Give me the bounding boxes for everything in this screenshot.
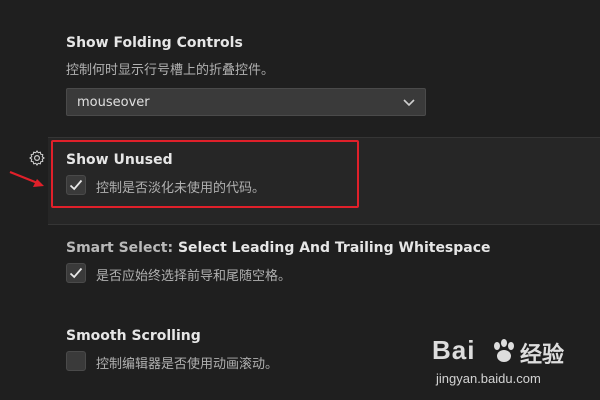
paw-icon [494,339,514,362]
smart-select-whitespace-checkbox[interactable] [66,263,86,283]
checkmark-icon [69,267,83,279]
baidu-jingyan-watermark: Bai 经验 jingyan.baidu.com [432,335,582,390]
smooth-scrolling-checkbox[interactable] [66,351,86,371]
gear-icon[interactable] [28,149,46,167]
arrow-icon [9,170,44,187]
setting-title: Show Folding Controls [66,35,243,51]
dropdown-value: mouseover [77,94,150,110]
setting-category-prefix: Smart Select: [66,240,178,256]
setting-smooth-scrolling: Smooth Scrolling [66,328,201,344]
watermark-brand: Bai [432,335,476,365]
setting-description: 控制何时显示行号槽上的折叠控件。 [66,63,275,78]
setting-description: 是否应始终选择前导和尾随空格。 [96,269,292,284]
watermark-brand-suffix: 经验 [520,343,565,368]
setting-title: Smooth Scrolling [66,328,201,344]
setting-description: 控制编辑器是否使用动画滚动。 [96,357,279,372]
chevron-down-icon [403,99,415,107]
watermark-url: jingyan.baidu.com [436,371,541,386]
highlight-box [51,140,359,208]
setting-title: Smart Select: Select Leading And Trailin… [66,240,491,256]
settings-page: Show Folding Controls 控制何时显示行号槽上的折叠控件。 m… [0,0,600,400]
folding-controls-dropdown[interactable]: mouseover [66,88,426,116]
setting-show-folding-controls: Show Folding Controls 控制何时显示行号槽上的折叠控件。 [66,35,274,78]
setting-smart-select-whitespace: Smart Select: Select Leading And Trailin… [66,240,491,256]
setting-title-text: Select Leading And Trailing Whitespace [177,240,491,256]
